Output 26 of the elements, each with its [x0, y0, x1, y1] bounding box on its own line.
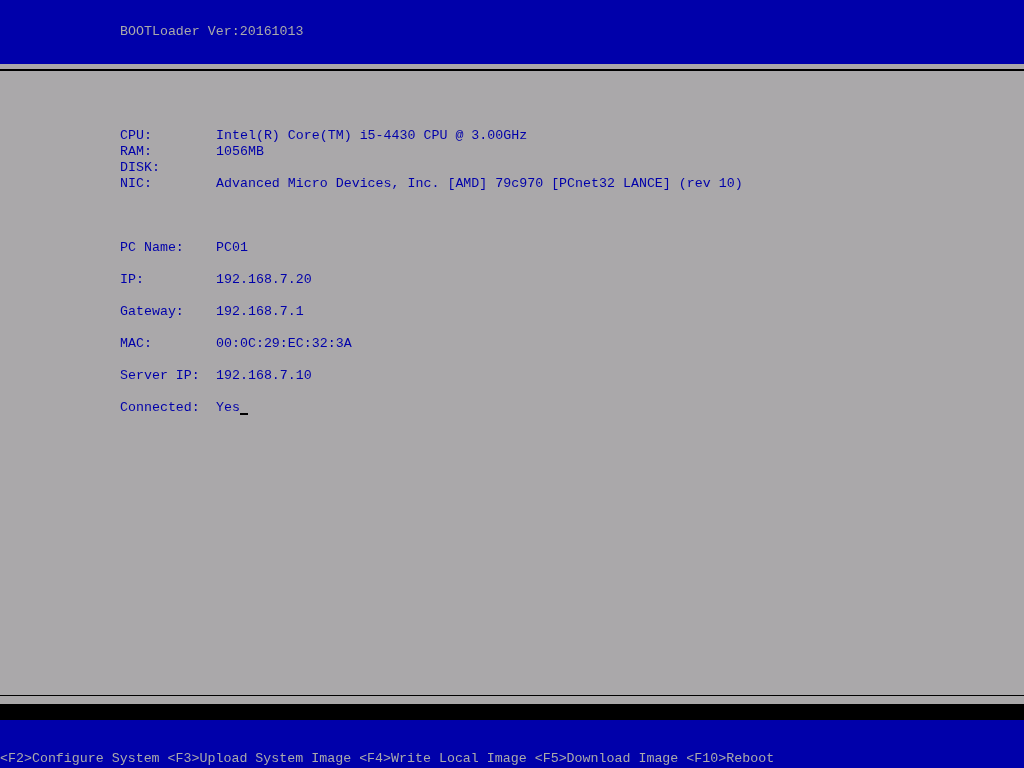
field-value: PC01 [216, 240, 248, 257]
field-label: DISK: [120, 160, 161, 176]
field-value: 192.168.7.20 [216, 272, 312, 289]
field-label: NIC: [120, 176, 153, 192]
cursor-icon [239, 413, 248, 415]
field-value: Yes [216, 400, 240, 417]
field-value: Advanced Micro Devices, Inc. [AMD] 79c970 [PCnet32 LANCE] (rev 10) [216, 176, 743, 192]
field-value: 192.168.7.10 [216, 368, 312, 385]
function-key-hint: <F3>Upload System Image [167, 751, 352, 767]
field-value: 00:0C:29:EC:32:3A [216, 336, 352, 353]
field-label: Connected: [120, 400, 201, 417]
field-value: 192.168.7.1 [216, 304, 304, 321]
field-label: MAC: [120, 336, 153, 353]
field-label: Server IP: [120, 368, 201, 385]
function-key-hint: <F5>Download Image [534, 751, 679, 767]
field-value: Intel(R) Core(TM) i5-4430 CPU @ 3.00GHz [216, 128, 528, 144]
field-label: Gateway: [120, 304, 185, 321]
window-title: BOOTLoader Ver:20161013 [120, 24, 304, 40]
field-value: 1056MB [216, 144, 264, 160]
field-label: PC Name: [120, 240, 185, 257]
function-key-hint: <F2>Configure System [0, 751, 160, 767]
function-key-hint: <F4>Write Local Image [359, 751, 527, 767]
function-key-hint: <F10>Reboot [686, 751, 775, 767]
field-label: CPU: [120, 128, 153, 144]
field-label: RAM: [120, 144, 153, 160]
field-label: IP: [120, 272, 145, 289]
